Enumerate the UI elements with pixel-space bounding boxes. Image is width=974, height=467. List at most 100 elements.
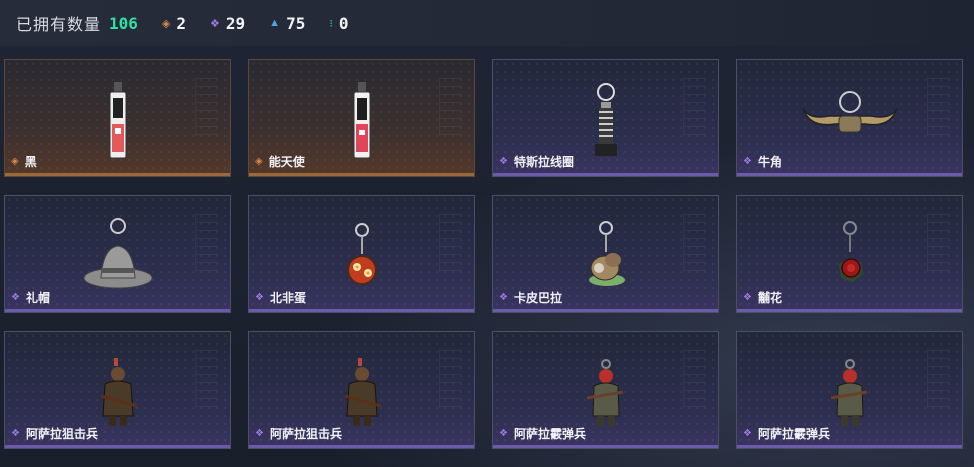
- item-name: 牛角: [757, 155, 782, 169]
- purple-rarity-icon: ❖: [255, 292, 264, 303]
- item-name: 卡皮巴拉: [513, 291, 562, 305]
- item-name: 北非蛋: [269, 291, 306, 305]
- rarity-bar: [737, 173, 962, 176]
- stat-green-count: 0: [338, 13, 349, 33]
- stat-blue-count: 75: [286, 13, 306, 33]
- card-name: ❖ 牛角: [743, 153, 782, 170]
- card-tag-pendant-icon: [63, 68, 173, 164]
- tesla-coil-pendant-icon: [551, 68, 661, 164]
- sniper-figure-icon: [63, 340, 173, 436]
- item-card[interactable]: ❖ 特斯拉线圈: [492, 59, 719, 177]
- rarity-bar: [5, 173, 230, 176]
- blue-rarity-icon: ▲: [269, 17, 281, 29]
- purple-rarity-icon: ❖: [499, 428, 508, 439]
- card-name: ❖ 礼帽: [11, 289, 50, 306]
- rarity-bar: [5, 445, 230, 448]
- item-name: 礼帽: [25, 291, 50, 305]
- card-name: ❖ 特斯拉线圈: [499, 153, 574, 170]
- rarity-bar: [493, 445, 718, 448]
- item-grid: ◈ 黑 ◈ 能天使 ❖ 特斯拉线圈 ❖ 牛角 ❖ 礼帽 ❖ 北非蛋 ❖ 卡皮巴拉…: [4, 59, 963, 449]
- card-deco: [683, 78, 706, 136]
- owned-label: 已拥有数量: [16, 17, 102, 34]
- rarity-bar: [249, 445, 474, 448]
- item-card[interactable]: ❖ 卡皮巴拉: [492, 195, 719, 313]
- card-name: ❖ 阿萨拉狙击兵: [255, 425, 342, 442]
- item-card[interactable]: ❖ 阿萨拉霰弹兵: [736, 331, 963, 449]
- rarity-bar: [493, 173, 718, 176]
- purple-rarity-icon: ❖: [11, 292, 20, 303]
- stat-purple: ❖ 29: [210, 14, 245, 33]
- top-hat-pendant-icon: [63, 204, 173, 300]
- item-card[interactable]: ◈ 黑: [4, 59, 231, 177]
- stat-orange: ◈ 2: [162, 14, 186, 33]
- flower-pendant-icon: [795, 204, 905, 300]
- card-deco: [439, 350, 462, 408]
- owned-count: 106: [109, 13, 138, 33]
- rarity-bar: [493, 309, 718, 312]
- item-card[interactable]: ❖ 北非蛋: [248, 195, 475, 313]
- card-name: ◈ 能天使: [255, 153, 305, 170]
- card-deco: [195, 350, 218, 408]
- bull-horn-pendant-icon: [795, 68, 905, 164]
- item-name: 能天使: [268, 155, 305, 169]
- item-card[interactable]: ❖ 牛角: [736, 59, 963, 177]
- item-name: 黼花: [757, 291, 782, 305]
- rarity-bar: [5, 309, 230, 312]
- shakshuka-pendant-icon: [307, 204, 417, 300]
- item-card[interactable]: ❖ 黼花: [736, 195, 963, 313]
- rarity-bar: [737, 309, 962, 312]
- card-deco: [439, 214, 462, 272]
- card-deco: [927, 350, 950, 408]
- card-name: ❖ 卡皮巴拉: [499, 289, 562, 306]
- item-name: 阿萨拉霰弹兵: [513, 427, 586, 441]
- purple-rarity-icon: ❖: [499, 156, 508, 167]
- card-name: ❖ 黼花: [743, 289, 782, 306]
- card-deco: [195, 214, 218, 272]
- purple-rarity-icon: ❖: [210, 17, 220, 30]
- purple-rarity-icon: ❖: [255, 428, 264, 439]
- orange-rarity-icon: ◈: [255, 156, 263, 167]
- purple-rarity-icon: ❖: [743, 156, 752, 167]
- purple-rarity-icon: ❖: [499, 292, 508, 303]
- capybara-pendant-icon: [551, 204, 661, 300]
- item-name: 黑: [24, 155, 37, 169]
- item-name: 阿萨拉霰弹兵: [757, 427, 830, 441]
- purple-rarity-icon: ❖: [743, 428, 752, 439]
- purple-rarity-icon: ❖: [11, 428, 20, 439]
- item-name: 特斯拉线圈: [513, 155, 574, 169]
- card-deco: [927, 214, 950, 272]
- collection-page: 已拥有数量 106 ◈ 2 ❖ 29 ▲ 75 ⁝ 0 ◈ 黑 ◈ 能天使 ❖ …: [0, 0, 974, 467]
- stat-orange-count: 2: [176, 13, 187, 33]
- card-name: ◈ 黑: [11, 153, 37, 170]
- rarity-bar: [249, 173, 474, 176]
- stat-blue: ▲ 75: [269, 14, 305, 33]
- card-deco: [927, 78, 950, 136]
- card-deco: [683, 214, 706, 272]
- rarity-bar: [249, 309, 474, 312]
- item-card[interactable]: ◈ 能天使: [248, 59, 475, 177]
- item-name: 阿萨拉狙击兵: [25, 427, 98, 441]
- card-deco: [683, 350, 706, 408]
- sniper-figure-icon: [307, 340, 417, 436]
- item-card[interactable]: ❖ 阿萨拉狙击兵: [248, 331, 475, 449]
- item-name: 阿萨拉狙击兵: [269, 427, 342, 441]
- card-deco: [439, 78, 462, 136]
- green-rarity-icon: ⁝: [329, 17, 333, 30]
- stat-green: ⁝ 0: [329, 14, 348, 33]
- rarity-bar: [737, 445, 962, 448]
- ownership-header: 已拥有数量 106 ◈ 2 ❖ 29 ▲ 75 ⁝ 0: [0, 0, 974, 46]
- item-card[interactable]: ❖ 礼帽: [4, 195, 231, 313]
- item-card[interactable]: ❖ 阿萨拉霰弹兵: [492, 331, 719, 449]
- purple-rarity-icon: ❖: [743, 292, 752, 303]
- card-name: ❖ 阿萨拉霰弹兵: [743, 425, 830, 442]
- shotgunner-figure-icon: [795, 340, 905, 436]
- orange-rarity-icon: ◈: [11, 156, 19, 167]
- card-name: ❖ 阿萨拉狙击兵: [11, 425, 98, 442]
- orange-rarity-icon: ◈: [161, 17, 171, 30]
- card-tag-pendant-icon: [307, 68, 417, 164]
- card-name: ❖ 北非蛋: [255, 289, 306, 306]
- stat-purple-count: 29: [225, 13, 246, 33]
- card-name: ❖ 阿萨拉霰弹兵: [499, 425, 586, 442]
- item-card[interactable]: ❖ 阿萨拉狙击兵: [4, 331, 231, 449]
- card-deco: [195, 78, 218, 136]
